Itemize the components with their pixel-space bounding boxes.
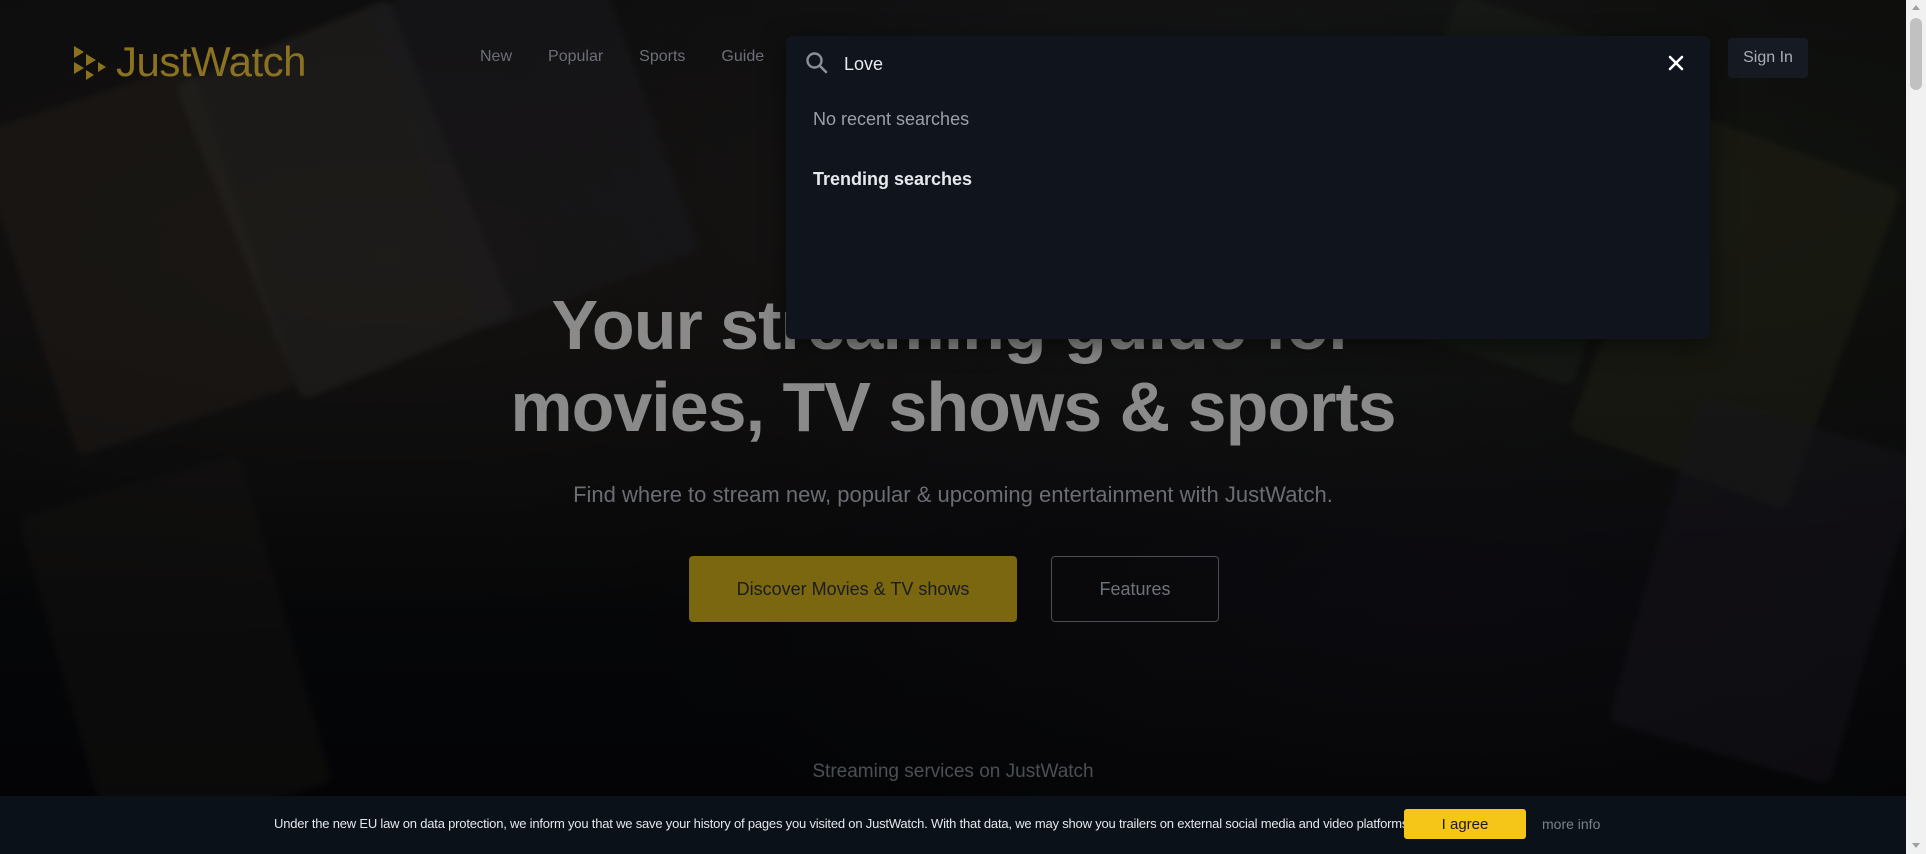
- scroll-up-icon[interactable]: [1912, 5, 1920, 10]
- cookie-banner: Under the new EU law on data protection,…: [0, 796, 1906, 854]
- scrollbar[interactable]: [1906, 0, 1926, 854]
- close-icon[interactable]: [1662, 49, 1690, 77]
- scroll-down-icon[interactable]: [1912, 843, 1920, 848]
- play-triangle-logo-icon: [72, 42, 112, 82]
- page: JustWatch New Popular Sports Guide Sign …: [0, 0, 1926, 854]
- nav-item-guide[interactable]: Guide: [721, 48, 764, 66]
- sign-in-button[interactable]: Sign In: [1728, 38, 1808, 78]
- nav-item-new[interactable]: New: [480, 48, 512, 66]
- trending-searches-heading: Trending searches: [813, 169, 973, 189]
- cookie-text: Under the new EU law on data protection,…: [274, 816, 1412, 831]
- search-icon: [804, 50, 830, 76]
- scroll-thumb[interactable]: [1910, 18, 1922, 90]
- features-button[interactable]: Features: [1051, 556, 1219, 622]
- streaming-services-heading: Streaming services on JustWatch: [812, 761, 1094, 782]
- search-dropdown: No recent searches Trending searches: [786, 36, 1710, 339]
- nav-item-sports[interactable]: Sports: [639, 48, 685, 66]
- hero-subtitle: Find where to stream new, popular & upco…: [573, 482, 1333, 507]
- logo-text: JustWatch: [116, 38, 307, 85]
- main-nav: New Popular Sports Guide: [480, 48, 764, 66]
- nav-item-popular[interactable]: Popular: [548, 48, 603, 66]
- more-info-link[interactable]: more info: [1542, 816, 1600, 832]
- discover-button[interactable]: Discover Movies & TV shows: [689, 556, 1017, 622]
- justwatch-logo[interactable]: JustWatch: [72, 38, 307, 86]
- no-recent-searches: No recent searches: [813, 109, 970, 129]
- hero-title-line-2: movies, TV shows & sports: [510, 368, 1396, 446]
- agree-button[interactable]: I agree: [1404, 809, 1526, 839]
- search-input[interactable]: [842, 46, 1606, 82]
